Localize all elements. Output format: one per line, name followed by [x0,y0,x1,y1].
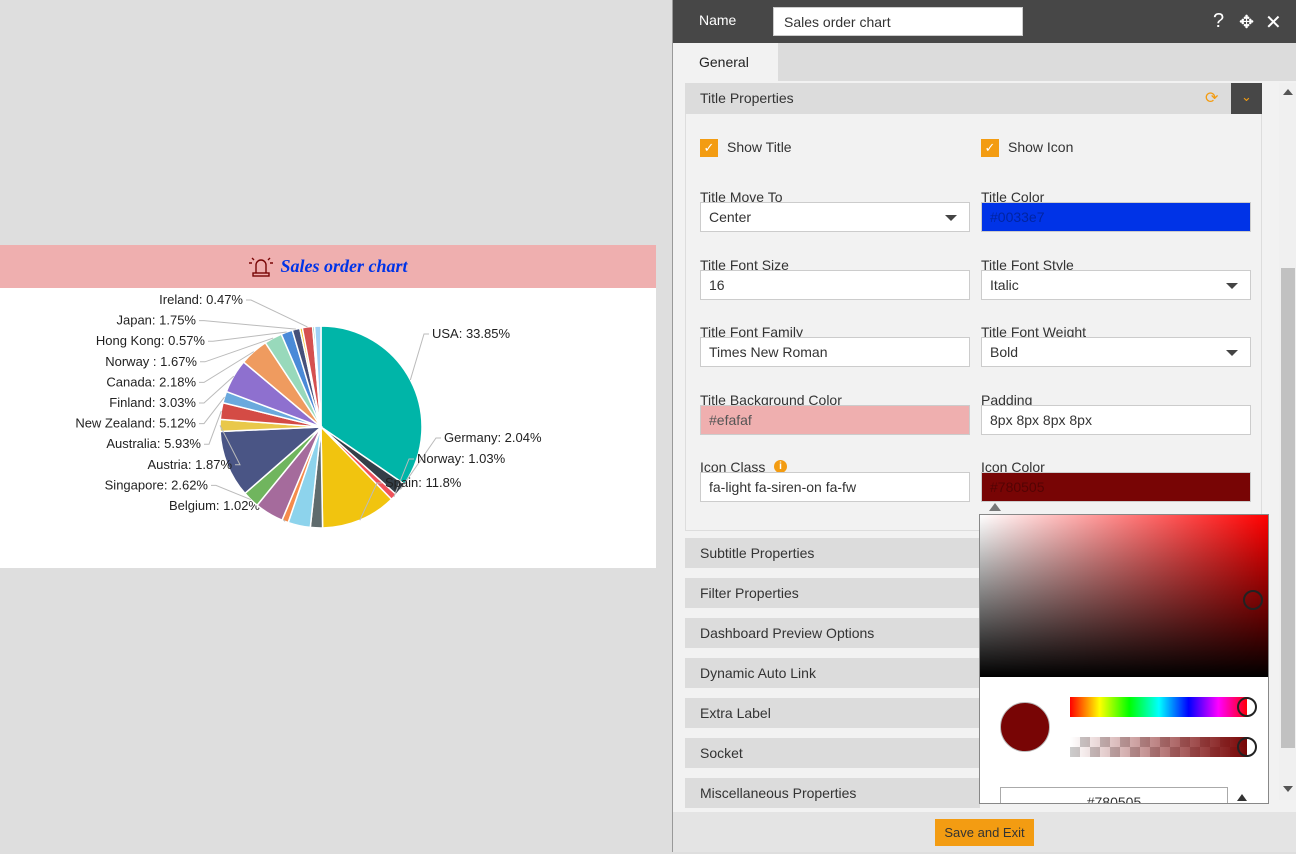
alpha-handle[interactable] [1237,737,1257,757]
slice-label: New Zealand: 5.12% [75,416,196,431]
bg-color-input[interactable]: #efafaf [700,404,970,435]
chart-card: Sales order chart USA: 33.85% Germany: 2.… [0,245,656,568]
title-properties-body: ✓ Show Title ✓ Show Icon Title Move To Ce… [685,114,1262,531]
panel-header: Name ? ✥ ✕ [673,0,1296,43]
slice-label: Japan: 1.75% [116,313,196,328]
slice-label: Austria: 1.87% [147,457,232,472]
chart-title: Sales order chart [280,256,408,276]
scroll-up-icon[interactable] [1283,89,1293,95]
alpha-slider[interactable] [1070,737,1248,757]
panel-footer: Save and Exit [673,812,1296,852]
name-input[interactable] [773,7,1023,36]
slice-label: Belgium: 1.02% [169,498,260,513]
title-properties-header[interactable]: Title Properties ⟳ [685,83,1262,114]
slice-label: Hong Kong: 0.57% [96,333,206,348]
icon-color-input[interactable]: #780505 [981,472,1251,502]
section-dynamic-auto-link[interactable]: Dynamic Auto Link [685,658,980,688]
tab-general[interactable]: General [673,43,778,81]
scrollbar[interactable] [1279,83,1296,800]
hex-input[interactable]: #780505 [1000,787,1228,803]
name-label: Name [699,12,737,28]
font-style-select[interactable]: Italic [981,269,1251,300]
move-icon[interactable]: ✥ [1239,12,1254,33]
font-size-input[interactable]: 16 [700,269,970,300]
pie-chart: USA: 33.85% Germany: 2.04% Norway: 1.03% Sp… [75,292,542,529]
leader-line [199,320,297,330]
hue-handle[interactable] [1237,697,1257,717]
slice-label: Norway : 1.67% [105,354,197,369]
icon-class-input[interactable]: fa-light fa-siren-on fa-fw [700,472,970,502]
reset-icon[interactable]: ⟳ [1205,88,1218,108]
chevron-down-icon[interactable]: ⌄ [1231,83,1262,114]
section-subtitle-properties[interactable]: Subtitle Properties [685,538,980,568]
leader-line [246,299,308,328]
slice-label: Finland: 3.03% [109,395,196,410]
help-icon[interactable]: ? [1213,10,1224,33]
padding-input[interactable]: 8px 8px 8px 8px [981,404,1251,435]
saturation-area[interactable] [980,515,1268,677]
slice-label: USA: 33.85% [432,326,510,341]
close-icon[interactable]: ✕ [1265,10,1282,35]
show-icon-label: Show Icon [1008,139,1074,155]
section-extra-label[interactable]: Extra Label [685,698,980,728]
section-miscellaneous-properties[interactable]: Miscellaneous Properties [685,778,980,808]
chart-title-bar: Sales order chart [0,245,656,288]
picker-pointer [989,503,1001,511]
leader-line [204,410,222,445]
move-to-select[interactable]: Center [700,202,970,232]
color-picker: #780505 [979,514,1269,804]
format-toggle-icon[interactable] [1237,794,1247,801]
color-preview [1000,702,1050,752]
title-color-input[interactable]: #0033e7 [981,202,1251,232]
scroll-down-icon[interactable] [1283,786,1293,792]
show-title-checkbox[interactable]: ✓ [700,139,718,157]
show-title-label: Show Title [727,139,792,155]
hue-slider[interactable] [1070,697,1248,717]
saturation-handle[interactable] [1243,590,1263,610]
show-icon-checkbox[interactable]: ✓ [981,139,999,157]
section-dashboard-preview-options[interactable]: Dashboard Preview Options [685,618,980,648]
font-family-input[interactable]: Times New Roman [700,337,970,367]
section-socket[interactable]: Socket [685,738,980,768]
slice-label: Australia: 5.93% [106,436,201,451]
siren-icon [249,257,274,277]
slice-label: Canada: 2.18% [106,374,196,389]
slice-label: Germany: 2.04% [444,430,542,445]
slice-label: Ireland: 0.47% [159,292,243,307]
section-title: Title Properties [700,90,794,106]
slice-label: Singapore: 2.62% [105,477,209,492]
section-filter-properties[interactable]: Filter Properties [685,578,980,608]
tab-bar: General [673,43,1296,81]
font-weight-select[interactable]: Bold [981,337,1251,367]
slice-label: Norway: 1.03% [417,451,506,466]
save-and-exit-button[interactable]: Save and Exit [935,819,1034,846]
scrollbar-thumb[interactable] [1281,268,1295,748]
slice-label: Spain: 11.8% [385,475,462,490]
leader-line [409,333,429,381]
